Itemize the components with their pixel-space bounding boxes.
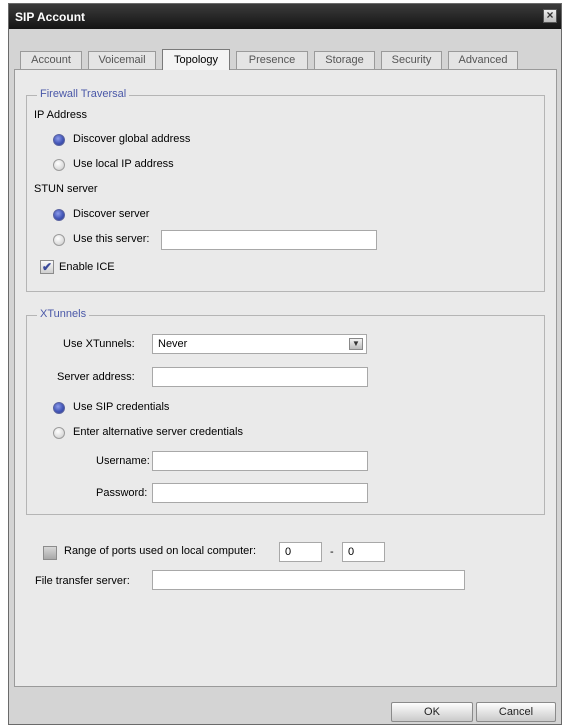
tab-presence[interactable]: Presence: [236, 51, 308, 69]
firewall-traversal-legend: Firewall Traversal: [37, 88, 130, 100]
discover-global-radio[interactable]: [53, 134, 65, 146]
username-input[interactable]: [152, 451, 368, 471]
chevron-down-icon[interactable]: ▼: [349, 338, 363, 350]
firewall-traversal-group: Firewall Traversal IP Address Discover g…: [26, 88, 545, 292]
port-from-input[interactable]: 0: [279, 542, 322, 562]
use-xtunnels-value: Never: [158, 338, 188, 350]
file-transfer-server-input[interactable]: [152, 570, 465, 590]
use-xtunnels-label: Use XTunnels:: [63, 338, 135, 350]
alt-credentials-label[interactable]: Enter alternative server credentials: [73, 426, 243, 438]
ip-address-label: IP Address: [34, 109, 87, 121]
use-local-ip-radio[interactable]: [53, 159, 65, 171]
cancel-button[interactable]: Cancel: [476, 702, 556, 722]
username-label: Username:: [96, 455, 150, 467]
server-address-input[interactable]: [152, 367, 368, 387]
use-xtunnels-select[interactable]: Never ▼: [152, 334, 367, 354]
ok-button[interactable]: OK: [391, 702, 473, 722]
password-label: Password:: [96, 487, 148, 499]
title-bar[interactable]: SIP Account ×: [9, 4, 561, 29]
enable-ice-checkbox[interactable]: ✔: [40, 260, 54, 274]
alt-credentials-radio[interactable]: [53, 427, 65, 439]
topology-panel: Firewall Traversal IP Address Discover g…: [14, 69, 557, 687]
file-transfer-server-label: File transfer server:: [35, 575, 130, 587]
port-range-separator: -: [330, 546, 334, 558]
xtunnels-legend: XTunnels: [37, 308, 90, 320]
discover-server-label[interactable]: Discover server: [73, 208, 149, 220]
use-sip-credentials-label[interactable]: Use SIP credentials: [73, 401, 169, 413]
stun-server-input[interactable]: [161, 230, 377, 250]
tab-advanced[interactable]: Advanced: [448, 51, 518, 69]
server-address-label: Server address:: [57, 371, 135, 383]
discover-global-label[interactable]: Discover global address: [73, 133, 190, 145]
port-range-checkbox[interactable]: [43, 546, 57, 560]
discover-server-radio[interactable]: [53, 209, 65, 221]
tab-voicemail[interactable]: Voicemail: [88, 51, 156, 69]
use-local-ip-label[interactable]: Use local IP address: [73, 158, 174, 170]
port-to-input[interactable]: 0: [342, 542, 385, 562]
use-sip-credentials-radio[interactable]: [53, 402, 65, 414]
tab-topology[interactable]: Topology: [162, 49, 230, 70]
use-this-server-radio[interactable]: [53, 234, 65, 246]
password-input[interactable]: [152, 483, 368, 503]
sip-account-dialog: SIP Account × Account Voicemail Topology…: [8, 3, 562, 725]
tab-account[interactable]: Account: [20, 51, 82, 69]
window-title: SIP Account: [15, 10, 86, 24]
tab-security[interactable]: Security: [381, 51, 442, 69]
enable-ice-label[interactable]: Enable ICE: [59, 261, 115, 273]
xtunnels-group: XTunnels Use XTunnels: Never ▼ Server ad…: [26, 308, 545, 515]
tab-storage[interactable]: Storage: [314, 51, 375, 69]
close-icon[interactable]: ×: [543, 9, 557, 23]
use-this-server-label[interactable]: Use this server:: [73, 233, 149, 245]
port-range-label[interactable]: Range of ports used on local computer:: [64, 545, 256, 557]
stun-server-label: STUN server: [34, 183, 98, 195]
